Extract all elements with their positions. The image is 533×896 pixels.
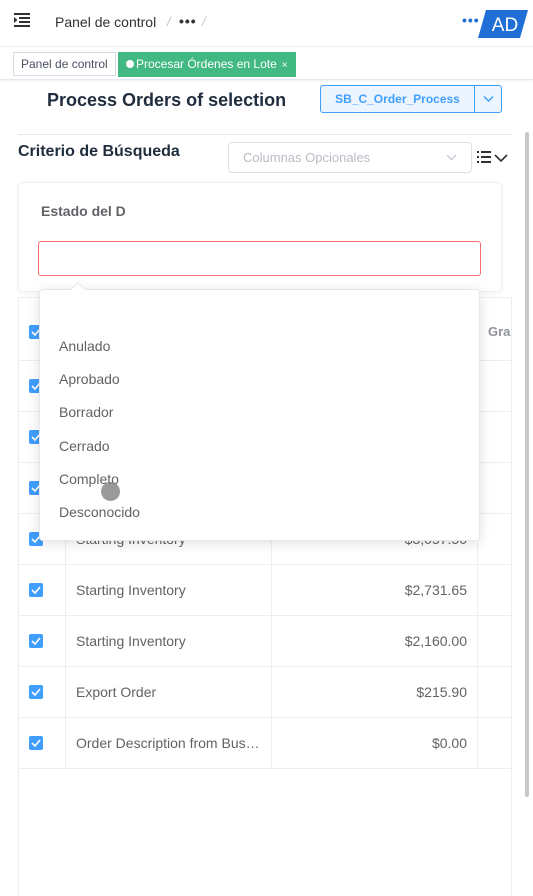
adempiere-logo[interactable]: AD [478,10,528,38]
dropdown-option-desconocido[interactable]: Desconocido [59,504,140,520]
dropdown-option-anulado[interactable]: Anulado [59,338,110,354]
row-description: Starting Inventory [76,633,186,649]
row-amount: $0.00 [431,735,467,751]
tab-dashboard[interactable]: Panel de control [13,52,116,76]
checkmark-icon [31,586,41,594]
menu-indent-icon[interactable] [14,12,32,28]
mouse-cursor-indicator [101,482,120,501]
table-row[interactable]: Order Description from Business Partner … [19,718,511,769]
chevron-down-icon [446,154,457,161]
row-checkbox[interactable] [29,583,43,597]
dropdown-option-cerrado[interactable]: Cerrado [59,438,110,454]
column-header-partial[interactable]: Gra [488,324,510,339]
divider [18,134,512,135]
table-row[interactable]: Starting Inventory $2,731.65 [19,565,511,616]
vertical-scrollbar[interactable] [525,132,529,797]
row-amount: $215.90 [416,684,467,700]
tab-process-orders[interactable]: Procesar Órdenes en Lote × [118,52,296,77]
checkmark-icon [31,739,41,747]
table-row[interactable]: Export Order $215.90 [19,667,511,718]
table-row[interactable]: Starting Inventory $2,160.00 [19,616,511,667]
breadcrumb-separator: / [202,14,206,29]
row-amount: $2,160.00 [404,633,467,649]
chevron-down-icon [483,95,494,103]
document-status-dropdown: Anulado Aprobado Borrador Cerrado Comple… [39,281,480,541]
tags-view-bar: Panel de control Procesar Órdenes en Lot… [0,46,533,80]
optional-columns-placeholder: Columnas Opcionales [243,150,371,165]
breadcrumb-separator: / [167,14,171,29]
tab-process-orders-label: Procesar Órdenes en Lote [136,57,277,71]
process-button[interactable]: SB_C_Order_Process [320,85,475,113]
list-menu-icon[interactable] [477,150,511,168]
checkmark-icon [31,637,41,645]
row-description: Order Description from Business Partner [76,735,262,751]
page-title: Process Orders of selection [47,90,287,110]
close-icon[interactable]: × [282,60,288,71]
row-checkbox[interactable] [29,685,43,699]
breadcrumb-home[interactable]: Panel de control [55,14,156,30]
search-criteria-title: Criterio de Búsqueda [18,143,180,160]
optional-columns-select[interactable]: Columnas Opcionales [228,142,472,173]
dropdown-option-borrador[interactable]: Borrador [59,404,113,420]
row-amount: $2,731.65 [404,582,467,598]
document-status-select[interactable] [38,241,481,276]
process-dropdown-button[interactable] [474,85,502,113]
logo-text: AD [492,15,518,36]
top-navbar: Panel de control / ••• / ••• AD [0,0,533,46]
row-checkbox[interactable] [29,736,43,750]
row-checkbox[interactable] [29,634,43,648]
row-description: Export Order [76,684,157,700]
document-status-label: Estado del D [41,203,126,219]
checkmark-icon [31,688,41,696]
breadcrumb-more[interactable]: ••• [179,13,197,29]
row-description: Starting Inventory [76,582,186,598]
dropdown-option-aprobado[interactable]: Aprobado [59,371,120,387]
active-dot-icon [126,60,134,68]
